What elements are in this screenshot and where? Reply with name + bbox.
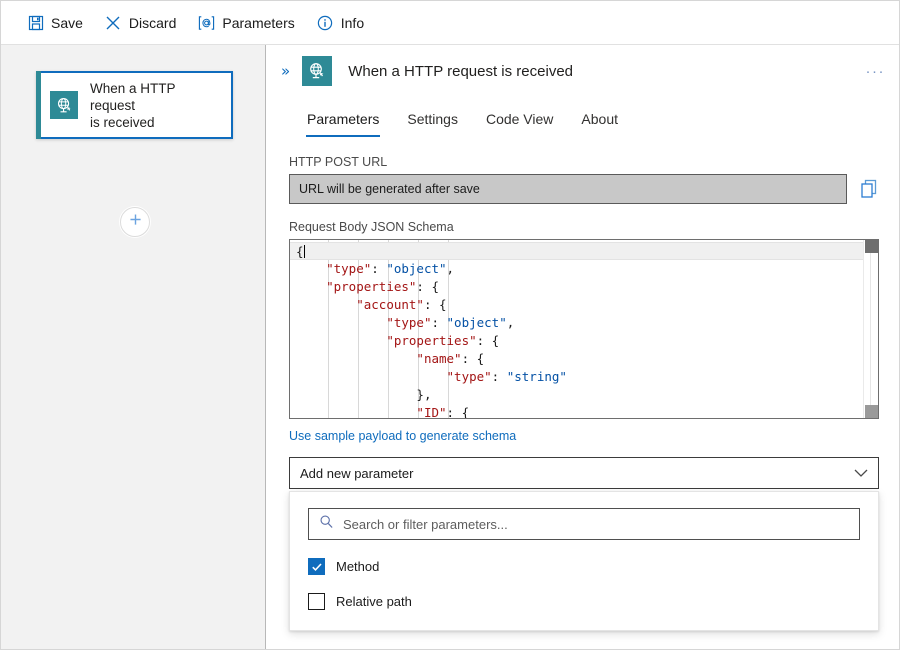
- search-parameters-input[interactable]: Search or filter parameters...: [308, 508, 860, 540]
- discard-label: Discard: [129, 15, 176, 31]
- code-line: "type": "string": [290, 368, 863, 386]
- save-label: Save: [51, 15, 83, 31]
- at-bracket-icon: [198, 14, 215, 31]
- info-button[interactable]: Info: [307, 7, 374, 39]
- trigger-node-title: When a HTTP requestis received: [90, 80, 231, 131]
- scroll-up-arrow[interactable]: [865, 240, 878, 253]
- code-line: "properties": {: [290, 278, 863, 296]
- parameters-label: Parameters: [222, 15, 294, 31]
- discard-button[interactable]: Discard: [95, 7, 186, 39]
- panel-tabs: Parameters Settings Code View About: [267, 97, 900, 137]
- overflow-menu-button[interactable]: ···: [864, 60, 888, 83]
- search-placeholder: Search or filter parameters...: [343, 517, 508, 532]
- parameter-option-label: Relative path: [336, 594, 412, 609]
- add-step-button[interactable]: [120, 207, 150, 237]
- checkbox-unchecked-icon[interactable]: [308, 593, 325, 610]
- trigger-details-panel: » When a HTTP request is received ··· Pa…: [267, 45, 900, 650]
- chevron-down-icon: [854, 469, 868, 478]
- parameter-option-label: Method: [336, 559, 379, 574]
- search-icon: [319, 514, 334, 534]
- scroll-track[interactable]: [870, 253, 871, 405]
- info-label: Info: [341, 15, 364, 31]
- code-line: {: [290, 242, 863, 260]
- code-line: "ID": {: [290, 404, 863, 418]
- close-x-icon: [105, 14, 122, 31]
- parameter-picker-dropdown: Search or filter parameters... Method Re…: [289, 491, 879, 631]
- node-accent-bar: [36, 71, 41, 139]
- add-new-parameter-select[interactable]: Add new parameter: [289, 457, 879, 489]
- panel-header: » When a HTTP request is received ···: [267, 45, 900, 97]
- designer-canvas: When a HTTP requestis received: [1, 45, 266, 650]
- tab-about[interactable]: About: [567, 111, 632, 137]
- json-schema-code[interactable]: { "type": "object", "properties": { "acc…: [290, 240, 863, 418]
- parameters-tab-content: HTTP POST URL URL will be generated afte…: [267, 137, 900, 631]
- trigger-node-card[interactable]: When a HTTP requestis received: [36, 71, 233, 139]
- http-post-url-row: URL will be generated after save: [289, 174, 879, 204]
- scroll-down-arrow[interactable]: [865, 405, 878, 418]
- code-line: "type": "object",: [290, 314, 863, 332]
- code-line: "account": {: [290, 296, 863, 314]
- chevron-double-right-icon[interactable]: »: [275, 58, 296, 85]
- code-line: "properties": {: [290, 332, 863, 350]
- json-schema-editor[interactable]: { "type": "object", "properties": { "acc…: [289, 239, 879, 419]
- code-line: "type": "object",: [290, 260, 863, 278]
- command-bar: Save Discard Parameters: [1, 1, 900, 45]
- parameters-button[interactable]: Parameters: [188, 7, 304, 39]
- editor-vertical-scrollbar[interactable]: [863, 240, 878, 418]
- logic-app-designer-window: Save Discard Parameters: [0, 0, 900, 650]
- request-body-schema-label: Request Body JSON Schema: [289, 220, 879, 234]
- code-line: },: [290, 386, 863, 404]
- copy-icon[interactable]: [859, 178, 879, 200]
- save-icon: [27, 14, 44, 31]
- tab-parameters[interactable]: Parameters: [293, 111, 393, 137]
- parameter-option-method[interactable]: Method: [308, 558, 860, 575]
- plus-icon: [128, 212, 143, 232]
- http-post-url-label: HTTP POST URL: [289, 155, 879, 169]
- code-line: "name": {: [290, 350, 863, 368]
- http-request-globe-icon: [50, 91, 78, 119]
- add-new-parameter-value: Add new parameter: [300, 466, 413, 481]
- http-request-globe-icon: [302, 56, 332, 86]
- panel-title: When a HTTP request is received: [348, 63, 573, 80]
- tab-code-view[interactable]: Code View: [472, 111, 567, 137]
- tab-settings[interactable]: Settings: [393, 111, 472, 137]
- http-post-url-field: URL will be generated after save: [289, 174, 847, 204]
- save-button[interactable]: Save: [17, 7, 93, 39]
- parameter-option-relative-path[interactable]: Relative path: [308, 593, 860, 610]
- info-circle-icon: [317, 14, 334, 31]
- checkbox-checked-icon[interactable]: [308, 558, 325, 575]
- use-sample-payload-link[interactable]: Use sample payload to generate schema: [289, 429, 516, 443]
